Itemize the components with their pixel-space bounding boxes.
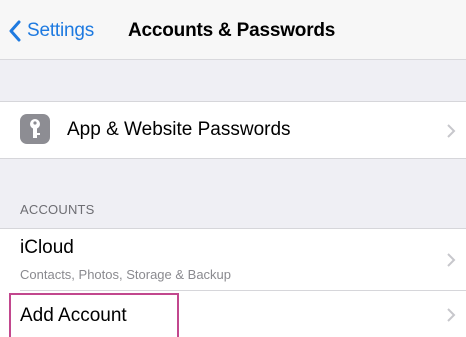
navigation-bar: Settings Accounts & Passwords <box>0 0 466 60</box>
chevron-right-icon <box>447 253 456 267</box>
chevron-left-icon <box>9 20 21 42</box>
chevron-right-icon <box>447 124 456 138</box>
back-button-label: Settings <box>27 20 95 41</box>
chevron-right-icon <box>447 308 456 322</box>
add-account-label: Add Account <box>20 305 127 326</box>
app-website-passwords-label: App & Website Passwords <box>67 119 291 140</box>
icloud-title: iCloud <box>20 237 74 258</box>
back-button[interactable]: Settings <box>8 18 94 44</box>
page-title: Accounts & Passwords <box>128 20 336 41</box>
add-account-row[interactable]: Add Account <box>0 291 466 337</box>
app-website-passwords-row[interactable]: App & Website Passwords <box>0 101 466 159</box>
icloud-account-row[interactable]: iCloud Contacts, Photos, Storage & Backu… <box>0 228 466 291</box>
accounts-section-header: ACCOUNTS <box>20 202 95 217</box>
key-icon <box>20 114 50 144</box>
icloud-subtitle: Contacts, Photos, Storage & Backup <box>20 267 232 282</box>
